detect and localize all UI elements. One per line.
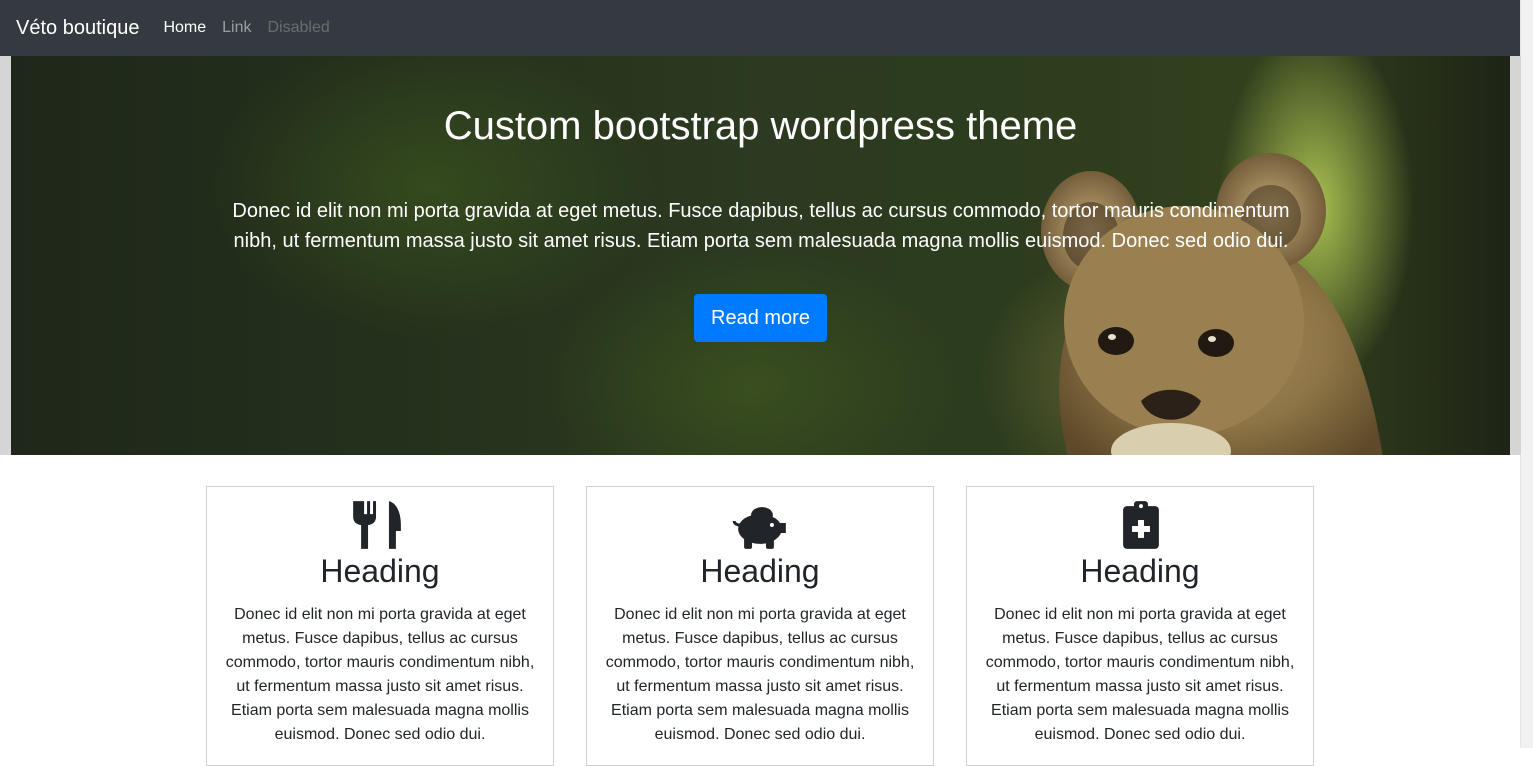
utensils-icon <box>353 501 401 549</box>
hero-banner: Custom bootstrap wordpress theme Donec i… <box>11 56 1510 455</box>
nav-item-disabled: Disabled <box>267 19 330 36</box>
card-heading: Heading <box>700 553 820 589</box>
feature-card: Heading Donec id elit non mi porta gravi… <box>966 486 1314 766</box>
nav-menu: Home Link Disabled <box>155 0 337 56</box>
clipboard-medical-icon <box>1123 501 1159 549</box>
navbar: Véto boutique Home Link Disabled <box>0 0 1521 56</box>
brand-link[interactable]: Véto boutique <box>16 0 139 56</box>
piggy-bank-icon <box>732 507 786 549</box>
feature-card: Heading Donec id elit non mi porta gravi… <box>206 486 554 766</box>
hero-text: Donec id elit non mi porta gravida at eg… <box>232 200 1290 252</box>
card-text: Donec id elit non mi porta gravida at eg… <box>605 606 915 743</box>
read-more-button[interactable]: Read more <box>694 294 827 342</box>
card-heading: Heading <box>1080 553 1200 589</box>
card-heading: Heading <box>320 553 440 589</box>
card-text: Donec id elit non mi porta gravida at eg… <box>985 606 1295 743</box>
nav-item-link[interactable]: Link <box>214 0 259 56</box>
hero-section: Custom bootstrap wordpress theme Donec i… <box>0 56 1521 455</box>
page-scrollbar[interactable] <box>1520 0 1533 748</box>
feature-card: Heading Donec id elit non mi porta gravi… <box>586 486 934 766</box>
nav-item-home[interactable]: Home <box>155 0 214 56</box>
hero-title: Custom bootstrap wordpress theme <box>443 104 1078 148</box>
card-text: Donec id elit non mi porta gravida at eg… <box>225 606 535 743</box>
